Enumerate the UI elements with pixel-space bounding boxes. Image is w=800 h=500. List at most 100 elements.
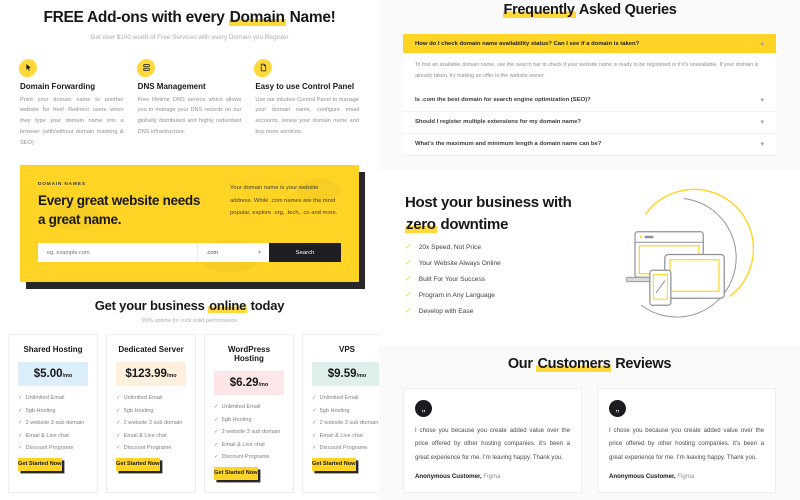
page-title: FREE Add-ons with every Domain Name! — [40, 8, 339, 27]
chevron-up-icon: ▴ — [760, 40, 764, 47]
plan-name: Dedicated Server — [118, 345, 184, 355]
quote-mark-icon: „ — [415, 399, 432, 417]
plan-name: Shared Hosting — [23, 345, 83, 355]
pricing-title-pre: Get your business — [94, 298, 209, 314]
get-started-button[interactable]: Get Started Now — [18, 457, 62, 471]
pricing-title-post: today — [247, 298, 285, 314]
feature-title: Domain Forwarding — [20, 81, 96, 91]
hosting-bullet: ✓ Develop with Ease — [405, 306, 474, 316]
get-started-button[interactable]: Get Started Now — [214, 466, 258, 480]
plan-feature: ✓ Unlimited Email — [312, 395, 359, 402]
pricing-card-vps[interactable]: VPS $9.59/mo ✓ Unlimited Email ✓ 5gb Hosti… — [302, 334, 379, 493]
hero-subtitle: Get over $100 worth of Free Services wit… — [90, 34, 289, 42]
right-panel: Frequently Asked Queries How do I check … — [379, 0, 800, 500]
check-icon: ✓ — [312, 407, 317, 414]
plan-price: $9.59/mo — [312, 362, 379, 387]
check-icon: ✓ — [214, 404, 219, 411]
plan-feature-list: ✓ Unlimited Email ✓ 5gb Hosting ✓ 2 website… — [312, 395, 379, 451]
check-icon: ✓ — [214, 429, 219, 436]
plan-name: VPS — [338, 345, 355, 355]
plan-feature: ✓ Discount Programe — [214, 454, 270, 461]
review-author: Anonymous Customer, Figma — [415, 473, 570, 480]
devices-laptop-tablet-phone-illustration — [594, 188, 774, 328]
tld-select[interactable]: .com ▾ — [197, 243, 269, 263]
plan-feature: ✓ 2 website 3 sub domain — [312, 420, 379, 427]
tld-selected-value: .com — [206, 249, 219, 256]
reviews-title: Our Customers Reviews — [403, 355, 776, 372]
plan-feature: ✓ Discount Programe — [116, 445, 172, 452]
faq-section: Frequently Asked Queries How do I check … — [379, 0, 800, 156]
domain-search-row: .com ▾ Search — [38, 243, 341, 263]
plan-feature: ✓ Unlimited Email — [116, 395, 163, 402]
faq-item-extensions[interactable]: Should I register multiple extensions fo… — [403, 111, 776, 134]
plan-feature: ✓ Discount Programe — [312, 445, 368, 452]
plan-feature: ✓ Unlimited Email — [214, 404, 261, 411]
faq-question: What's the maximum and minimum length a … — [415, 141, 602, 148]
banner-paragraph: Your domain name is your website address… — [230, 185, 338, 216]
pricing-header: Get your business online today 99% uptim… — [0, 298, 379, 324]
plan-price-value: $5.00 — [33, 368, 63, 381]
banner-heading: Every great website needs a great name. — [38, 193, 201, 227]
plan-feature: ✓ Email & Live chat — [116, 432, 167, 439]
pricing-card-dedicated-server[interactable]: Dedicated Server $123.99/mo ✓ Unlimited E… — [106, 334, 196, 493]
feature-domain-forwarding: Domain Forwarding Point your domain name… — [20, 58, 124, 150]
check-icon: ✓ — [116, 420, 121, 427]
faq-item-seo[interactable]: Is .com the best domain for search engin… — [403, 89, 776, 112]
plan-price-value: $9.59 — [327, 368, 357, 381]
reviews-title-pre: Our — [507, 355, 537, 372]
check-icon: ✓ — [214, 441, 219, 448]
review-text: I chose you because you create added val… — [609, 426, 764, 462]
plan-price-value: $123.99 — [125, 368, 167, 381]
hero-title-post: Name! — [285, 9, 336, 26]
faq-question: How do I check domain name availability … — [415, 40, 640, 47]
pricing-card-list: Shared Hosting $5.00/mo ✓ Unlimited Email… — [0, 324, 379, 493]
plan-feature: ✓ Unlimited Email — [18, 395, 65, 402]
chevron-down-icon: ▾ — [760, 140, 764, 148]
plan-price-period: /mo — [356, 373, 367, 380]
domain-search-banner: DOMAIN NAMES Every great website needs a… — [20, 165, 359, 283]
check-icon: ✓ — [18, 445, 23, 452]
plan-feature-list: ✓ Unlimited Email ✓ 5gb Hosting ✓ 2 website… — [18, 395, 88, 451]
check-icon: ✓ — [312, 420, 317, 427]
check-icon: ✓ — [18, 432, 23, 439]
check-icon: ✓ — [312, 395, 317, 402]
hosting-bullet: ✓ Built For Your Success — [405, 274, 486, 284]
check-icon: ✓ — [116, 395, 121, 402]
banner-description: Your domain name is your website address… — [230, 182, 341, 229]
pricing-title: Get your business online today — [0, 298, 379, 314]
pricing-card-wordpress-hosting[interactable]: WordPress Hosting $6.29/mo ✓ Unlimited Em… — [204, 334, 294, 493]
get-started-button[interactable]: Get Started Now — [116, 457, 160, 471]
plan-feature: ✓ 2 website 3 sub domain — [214, 429, 281, 436]
check-icon: ✓ — [405, 290, 412, 300]
faq-item-expanded[interactable]: How do I check domain name availability … — [403, 34, 776, 53]
pricing-title-highlight: online — [208, 298, 248, 314]
pricing-card-shared-hosting[interactable]: Shared Hosting $5.00/mo ✓ Unlimited Email… — [8, 334, 98, 493]
plan-price-period: /mo — [258, 382, 269, 389]
feature-title: DNS Management — [137, 81, 206, 91]
get-started-button[interactable]: Get Started Now — [312, 457, 356, 471]
check-icon: ✓ — [405, 274, 412, 284]
domain-search-input[interactable] — [38, 243, 197, 263]
banner-copy: DOMAIN NAMES Every great website needs a… — [38, 182, 210, 229]
search-button[interactable]: Search — [269, 243, 341, 263]
review-text: I chose you because you create added val… — [415, 426, 570, 462]
chevron-down-icon: ▾ — [257, 250, 261, 257]
check-icon: ✓ — [312, 445, 317, 452]
plan-price-period: /mo — [166, 373, 177, 380]
plan-price: $123.99/mo — [116, 362, 186, 387]
review-card-list: „ I chose you because you create added v… — [403, 387, 776, 493]
domain-search-banner-wrap: DOMAIN NAMES Every great website needs a… — [0, 149, 379, 283]
faq-title-post: Asked Queries — [575, 2, 677, 18]
review-author-name: Anonymous Customer, — [609, 472, 676, 480]
check-icon: ✓ — [116, 445, 121, 452]
hosting-bullet-list: ✓ 20x Speed, Not Price ✓ Your Website Alwa… — [405, 243, 594, 315]
faq-item-length[interactable]: What's the maximum and minimum length a … — [403, 133, 776, 156]
banner-kicker: DOMAIN NAMES — [38, 182, 86, 188]
check-icon: ✓ — [18, 395, 23, 402]
hosting-copy: Host your business with zero downtime ✓ 2… — [405, 192, 594, 324]
quote-mark-icon: „ — [609, 399, 626, 417]
hero-title-pre: FREE Add-ons with every — [43, 9, 229, 26]
plan-feature: ✓ 5gb Hosting — [214, 416, 252, 423]
plan-feature: ✓ 5gb Hosting — [116, 407, 154, 414]
plan-price-value: $6.29 — [229, 377, 259, 390]
